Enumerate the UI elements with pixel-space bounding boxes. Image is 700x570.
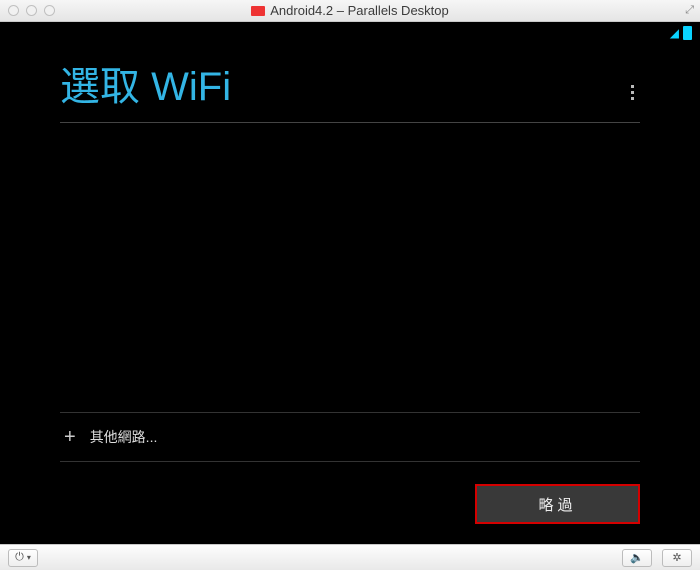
android-status-bar: ◢ [0, 22, 700, 44]
speaker-icon: 🔈 [630, 551, 644, 564]
battery-icon [683, 26, 692, 40]
sound-button[interactable]: 🔈 [622, 549, 652, 567]
chevron-down-icon: ▾ [27, 553, 31, 562]
window-title-area: Android4.2 – Parallels Desktop [0, 3, 700, 18]
add-other-network[interactable]: + 其他網路... [60, 413, 640, 461]
parallels-bottom-toolbar: ⏻ ▾ 🔈 ✲ [0, 544, 700, 570]
titlebar-right: ⤢ [685, 4, 694, 17]
skip-button[interactable]: 略過 [475, 484, 640, 524]
bottombar-right: 🔈 ✲ [622, 549, 692, 567]
button-row: 略過 [60, 462, 640, 524]
power-icon: ⏻ [15, 551, 24, 564]
page-title: 選取 WiFi [60, 54, 231, 112]
bottombar-left: ⏻ ▾ [8, 549, 38, 567]
android-screen: ◢ 選取 WiFi + 其他網路... 略過 [0, 22, 700, 544]
wifi-setup-panel: 選取 WiFi + 其他網路... 略過 [0, 44, 700, 544]
window-title: Android4.2 – Parallels Desktop [270, 3, 449, 18]
overflow-menu-icon[interactable] [625, 79, 640, 106]
skip-button-label: 略過 [538, 494, 576, 515]
wifi-network-list [60, 123, 640, 412]
other-network-label: 其他網路... [90, 427, 158, 447]
mac-titlebar: Android4.2 – Parallels Desktop ⤢ [0, 0, 700, 22]
wifi-title-row: 選取 WiFi [60, 54, 640, 123]
gear-icon: ✲ [672, 551, 681, 564]
signal-icon: ◢ [670, 26, 679, 40]
settings-button[interactable]: ✲ [662, 549, 692, 567]
titlebar-expand-icon[interactable]: ⤢ [685, 4, 694, 17]
plus-icon: + [64, 427, 76, 447]
parallels-app-icon [251, 6, 265, 16]
power-menu-button[interactable]: ⏻ ▾ [8, 549, 38, 567]
